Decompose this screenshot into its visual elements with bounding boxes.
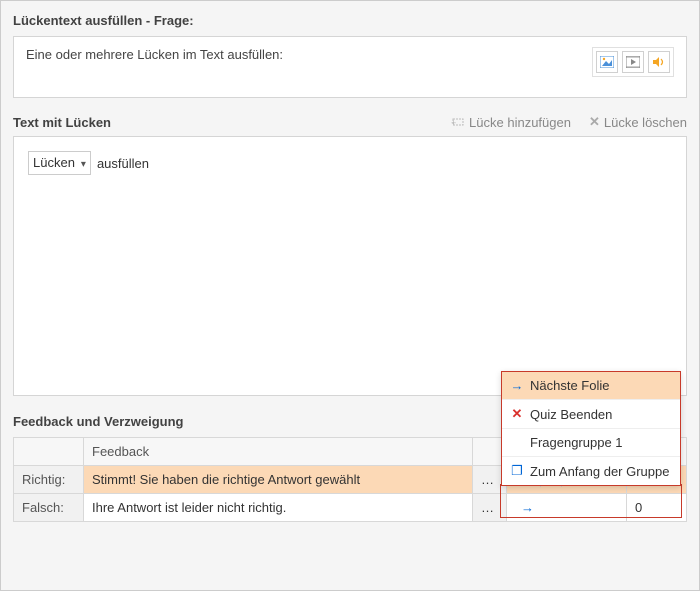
image-icon (600, 56, 614, 68)
gap-row: Lücken ▾ ausfüllen (28, 151, 672, 175)
wrong-branch-cell[interactable]: → (507, 494, 627, 522)
menu-to-start[interactable]: ❐ Zum Anfang der Gruppe (502, 457, 680, 485)
close-icon: ✕ (510, 406, 524, 422)
wrong-ellipsis-button[interactable]: … (473, 494, 507, 522)
question-section-title: Lückentext ausfüllen - Frage: (13, 13, 687, 28)
quiz-editor-panel: Lückentext ausfüllen - Frage: Eine oder … (0, 0, 700, 591)
chevron-down-icon: ▾ (81, 159, 86, 170)
menu-end-quiz[interactable]: ✕ Quiz Beenden (502, 400, 680, 429)
arrow-right-icon: → (510, 378, 524, 393)
add-audio-button[interactable] (648, 51, 670, 73)
gap-after-text: ausfüllen (97, 156, 149, 171)
feedback-header-blank (14, 438, 84, 466)
branch-dropdown-menu: → Nächste Folie ✕ Quiz Beenden Fragengru… (501, 371, 681, 486)
menu-next-slide-label: Nächste Folie (530, 378, 609, 393)
question-box: Eine oder mehrere Lücken im Text ausfüll… (13, 36, 687, 98)
add-video-button[interactable] (622, 51, 644, 73)
correct-label: Richtig: (14, 466, 84, 494)
gap-toolbar: + Lücke hinzufügen ✕ Lücke löschen (451, 114, 687, 130)
menu-to-start-label: Zum Anfang der Gruppe (530, 464, 669, 479)
add-gap-button[interactable]: + Lücke hinzufügen (451, 114, 571, 130)
video-icon (626, 56, 640, 68)
add-gap-icon: + (451, 116, 465, 128)
text-section-title: Text mit Lücken (13, 115, 111, 130)
add-image-button[interactable] (596, 51, 618, 73)
menu-end-quiz-label: Quiz Beenden (530, 407, 612, 422)
add-gap-label: Lücke hinzufügen (469, 115, 571, 130)
svg-text:+: + (451, 118, 456, 128)
wrong-feedback-text[interactable]: Ihre Antwort ist leider nicht richtig. (84, 494, 473, 522)
question-text[interactable]: Eine oder mehrere Lücken im Text ausfüll… (26, 47, 592, 62)
feedback-header-feedback: Feedback (84, 438, 473, 466)
gap-dropdown-value: Lücken (33, 155, 75, 170)
delete-gap-button[interactable]: ✕ Lücke löschen (589, 114, 687, 130)
stack-icon: ❐ (510, 463, 524, 479)
gap-dropdown[interactable]: Lücken ▾ (28, 151, 91, 175)
text-section-header: Text mit Lücken + Lücke hinzufügen ✕ Lüc… (13, 114, 687, 130)
audio-icon (652, 56, 666, 68)
menu-group-1[interactable]: Fragengruppe 1 (502, 429, 680, 457)
media-button-group (592, 47, 674, 77)
wrong-score[interactable]: 0 (627, 494, 687, 522)
wrong-label: Falsch: (14, 494, 84, 522)
delete-gap-label: Lücke löschen (604, 115, 687, 130)
arrow-right-icon: → (515, 500, 540, 515)
menu-next-slide[interactable]: → Nächste Folie (502, 372, 680, 400)
gap-text-editor[interactable]: Lücken ▾ ausfüllen (13, 136, 687, 396)
feedback-row-wrong: Falsch: Ihre Antwort ist leider nicht ri… (14, 494, 687, 522)
correct-feedback-text[interactable]: Stimmt! Sie haben die richtige Antwort g… (84, 466, 473, 494)
menu-group-1-label: Fragengruppe 1 (530, 435, 623, 450)
close-icon: ✕ (589, 114, 600, 130)
